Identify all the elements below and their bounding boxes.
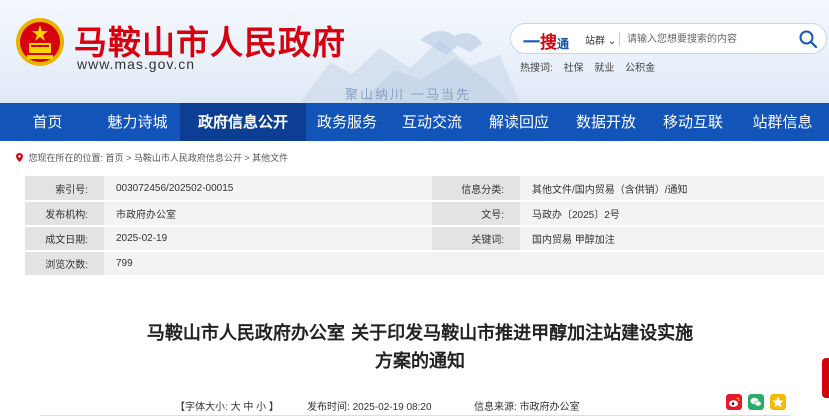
nav-item-home[interactable]: 首页: [0, 103, 95, 141]
font-size-medium-button[interactable]: 中: [243, 402, 253, 413]
wechat-share-icon[interactable]: [748, 394, 764, 410]
nav-item-interaction[interactable]: 互动交流: [388, 103, 476, 141]
article-title-line1: 马鞍山市人民政府办公室 关于印发马鞍山市推进甲醇加注站建设实施: [146, 323, 694, 344]
nav-item-gov-services[interactable]: 政务服务: [306, 103, 388, 141]
font-size-control: 【字体大小: 大 中 小 】: [175, 402, 279, 413]
category-value: 其他文件/国内贸易（含供销）/通知: [520, 176, 824, 202]
site-header: 马鞍山市人民政府 www.mas.gov.cn 聚山纳川 一马当先 一搜通 站群…: [0, 0, 829, 103]
publisher-label: 发布机构:: [25, 201, 104, 227]
search-divider: [619, 32, 620, 46]
nav-item-mobile[interactable]: 移动互联: [650, 103, 736, 141]
search-scope-select[interactable]: 站群 ⌄: [585, 32, 616, 47]
hotword-link[interactable]: 就业: [594, 63, 614, 74]
font-size-small-button[interactable]: 小: [256, 402, 266, 413]
info-source: 信息来源: 市政府办公室: [474, 402, 580, 413]
breadcrumb-level1-link[interactable]: 马鞍山市人民政府信息公开: [134, 153, 242, 163]
slogan: 聚山纳川 一马当先: [345, 88, 472, 103]
floating-side-badge[interactable]: [822, 358, 829, 398]
document-info-table: 索引号: 003072456/202502-00015 信息分类: 其他文件/国…: [25, 176, 824, 277]
table-row: 发布机构: 市政府办公室 文号: 马政办〔2025〕2号: [25, 201, 824, 227]
views-value: 799: [104, 251, 432, 277]
index-no-value: 003072456/202502-00015: [104, 176, 432, 202]
hotwords-label: 热搜词:: [520, 63, 553, 74]
nav-item-gov-info-public[interactable]: 政府信息公开: [180, 103, 306, 141]
national-emblem-icon: [16, 18, 64, 66]
search-logo: 一搜通: [523, 33, 570, 53]
table-row: 成文日期: 2025-02-19 关键词: 国内贸易 甲醇加注: [25, 226, 824, 252]
search-box: 一搜通 站群 ⌄: [510, 23, 827, 54]
nav-item-open-data[interactable]: 数据开放: [562, 103, 650, 141]
breadcrumb-separator: >: [126, 153, 132, 163]
site-url: www.mas.gov.cn: [77, 56, 195, 72]
hotword-link[interactable]: 社保: [564, 63, 584, 74]
nav-item-charm-city[interactable]: 魅力诗城: [95, 103, 180, 141]
publish-time: 发布时间: 2025-02-19 08:20: [307, 402, 432, 413]
doc-no-value: 马政办〔2025〕2号: [520, 201, 824, 227]
index-no-label: 索引号:: [25, 176, 104, 202]
chevron-down-icon: ⌄: [607, 36, 617, 47]
article-title: 马鞍山市人民政府办公室 关于印发马鞍山市推进甲醇加注站建设实施 方案的通知: [60, 320, 780, 376]
table-row: 浏览次数: 799: [25, 251, 824, 277]
location-pin-icon: [16, 153, 23, 162]
article-title-line2: 方案的通知: [375, 351, 465, 372]
hot-search-words: 热搜词: 社保 就业 公积金: [520, 59, 663, 74]
weibo-share-icon[interactable]: [726, 394, 742, 410]
keywords-value: 国内贸易 甲醇加注: [520, 226, 824, 252]
breadcrumb: 您现在所在的位置: 首页 > 马鞍山市人民政府信息公开 > 其他文件: [16, 151, 288, 164]
qzone-share-icon[interactable]: [770, 394, 786, 410]
empty-cell: [432, 251, 824, 277]
doc-no-label: 文号:: [432, 201, 520, 227]
category-label: 信息分类:: [432, 176, 520, 202]
hotword-link[interactable]: 公积金: [625, 63, 655, 74]
table-row: 索引号: 003072456/202502-00015 信息分类: 其他文件/国…: [25, 176, 824, 202]
nav-item-site-group[interactable]: 站群信息: [736, 103, 829, 141]
breadcrumb-separator: >: [244, 153, 250, 163]
keywords-label: 关键词:: [432, 226, 520, 252]
search-input[interactable]: [627, 29, 797, 49]
breadcrumb-level2-link[interactable]: 其他文件: [252, 153, 288, 163]
publisher-value: 市政府办公室: [104, 201, 432, 227]
views-label: 浏览次数:: [25, 251, 104, 277]
search-icon[interactable]: [798, 29, 818, 49]
divider: [40, 415, 790, 416]
main-nav: 首页 魅力诗城 政府信息公开 政务服务 互动交流 解读回应 数据开放 移动互联 …: [0, 103, 829, 141]
date-label: 成文日期:: [25, 226, 104, 252]
font-size-large-button[interactable]: 大: [231, 402, 241, 413]
breadcrumb-prefix: 您现在所在的位置:: [28, 153, 104, 163]
date-value: 2025-02-19: [104, 226, 432, 252]
breadcrumb-home-link[interactable]: 首页: [106, 153, 124, 163]
nav-item-interpretation[interactable]: 解读回应: [476, 103, 562, 141]
